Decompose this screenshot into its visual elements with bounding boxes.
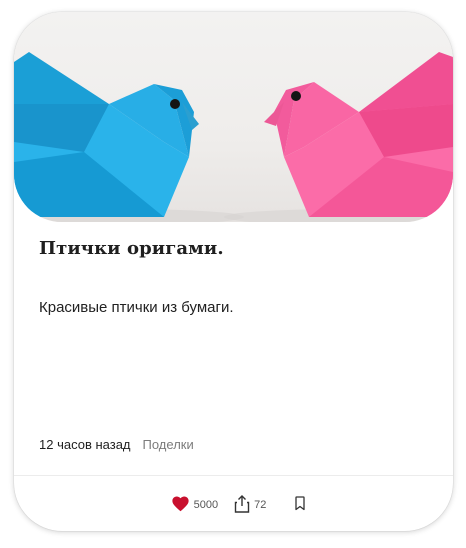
post-card[interactable]: Птички оригами. Красивые птички из бумаг… xyxy=(14,12,453,531)
post-category-link[interactable]: Поделки xyxy=(143,437,194,452)
heart-icon xyxy=(171,495,190,515)
bookmark-button[interactable] xyxy=(294,496,306,514)
share-icon xyxy=(234,494,250,516)
post-description: Красивые птички из бумаги. xyxy=(39,299,234,316)
post-actions-bar: 5000 72 xyxy=(14,492,453,518)
likes-count: 5000 xyxy=(193,499,219,511)
shares-count: 72 xyxy=(254,499,267,511)
pink-origami-bird xyxy=(264,52,453,217)
like-button[interactable]: 5000 xyxy=(171,495,218,515)
blue-origami-bird xyxy=(14,52,199,217)
origami-birds-illustration xyxy=(14,52,453,222)
divider xyxy=(14,475,453,476)
post-cover-image[interactable] xyxy=(14,12,453,222)
post-title[interactable]: Птички оригами. xyxy=(39,238,224,259)
bookmark-icon xyxy=(294,496,306,514)
post-meta: 12 часов назад Поделки xyxy=(39,437,194,452)
share-button[interactable]: 72 xyxy=(234,494,267,516)
post-time: 12 часов назад xyxy=(39,437,131,452)
